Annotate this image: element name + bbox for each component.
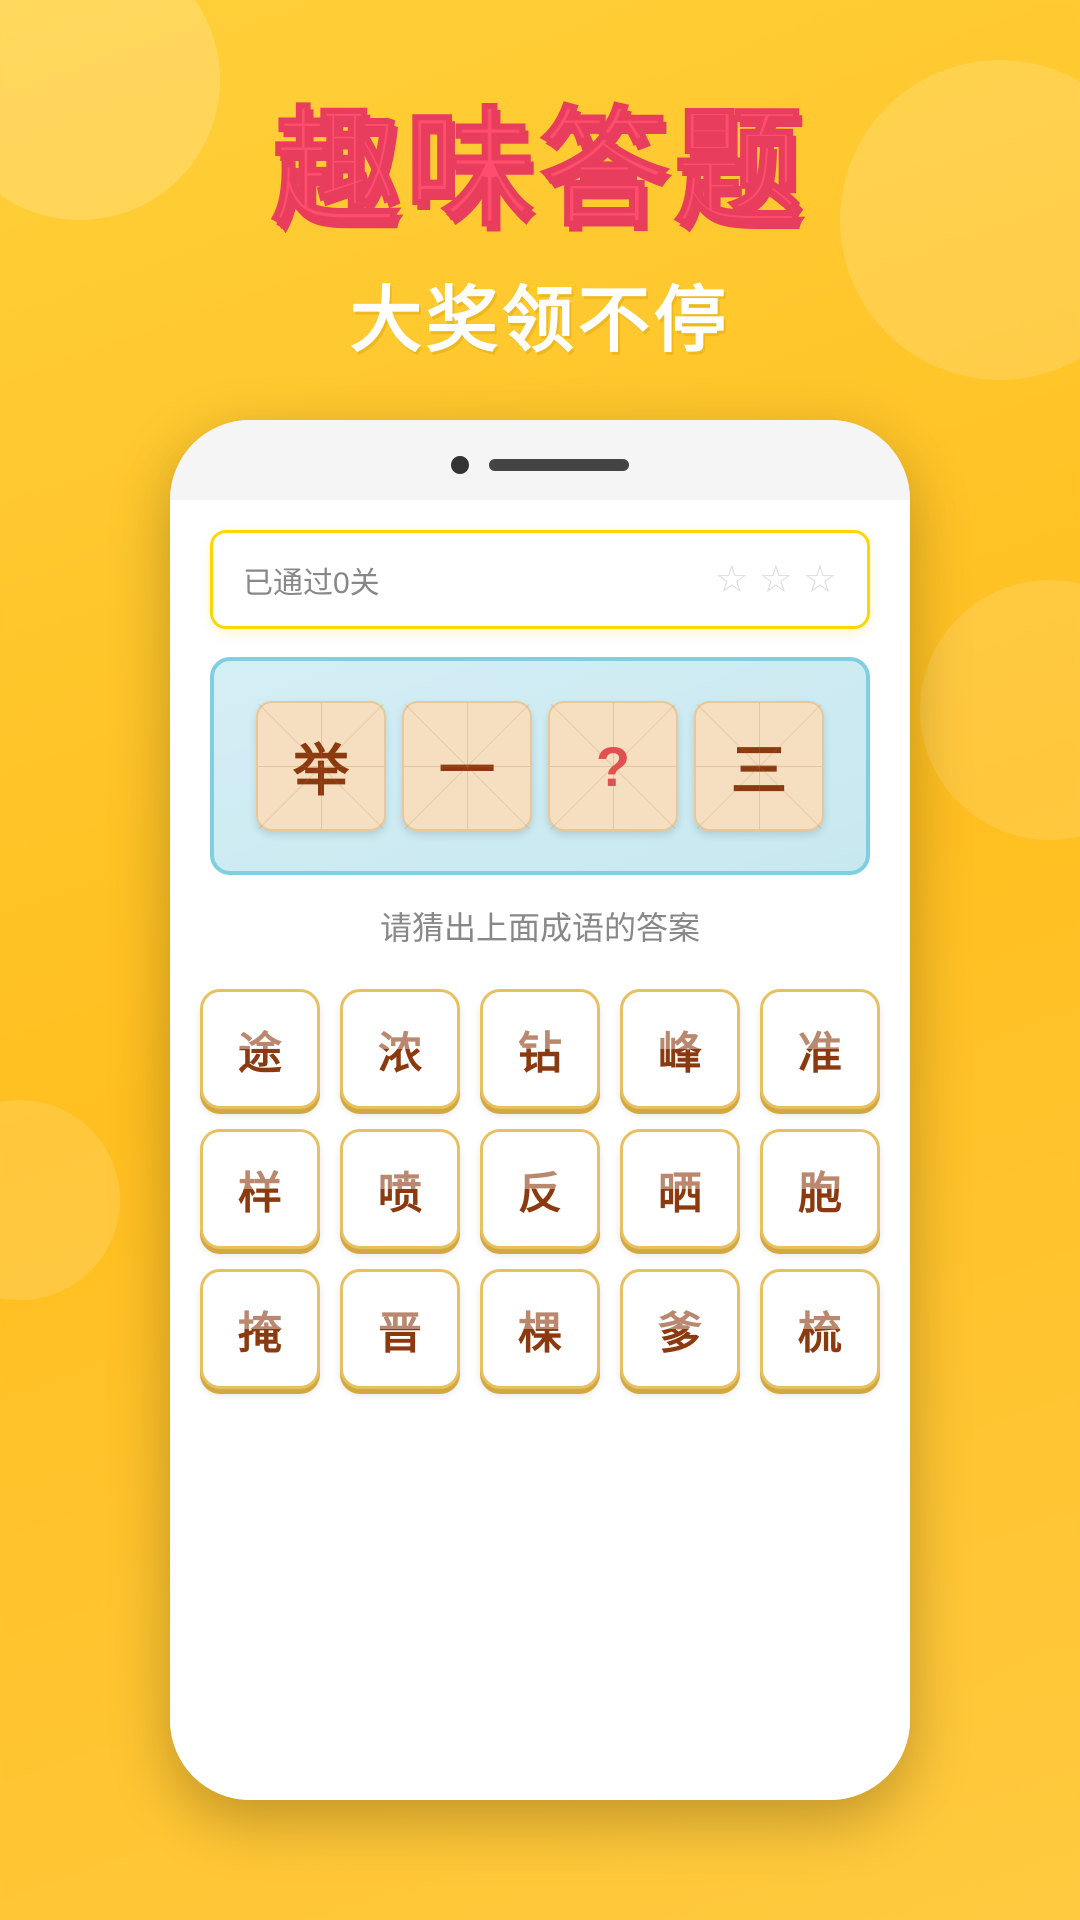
- tile-3-question: ?: [548, 701, 678, 831]
- progress-bar: 已通过0关 ☆ ☆ ☆: [210, 530, 870, 629]
- answer-btn-样[interactable]: 样: [200, 1129, 320, 1249]
- tile-x-line2-4: [696, 704, 821, 829]
- phone-speaker: [489, 459, 629, 471]
- answer-btn-胞[interactable]: 胞: [760, 1129, 880, 1249]
- star-1: ☆: [715, 557, 749, 602]
- star-3: ☆: [803, 557, 837, 602]
- stars-container: ☆ ☆ ☆: [715, 557, 837, 602]
- answer-btn-反[interactable]: 反: [480, 1129, 600, 1249]
- answer-btn-掩[interactable]: 掩: [200, 1269, 320, 1389]
- deco-circle-bottom-left: [0, 1100, 120, 1300]
- phone-mockup: 已通过0关 ☆ ☆ ☆ 举 一 ?: [170, 420, 910, 1800]
- phone-notch: [170, 420, 910, 500]
- answer-btn-钻[interactable]: 钻: [480, 989, 600, 1109]
- answer-btn-梳[interactable]: 梳: [760, 1269, 880, 1389]
- deco-circle-bottom-right: [920, 580, 1080, 840]
- answer-btn-喷[interactable]: 喷: [340, 1129, 460, 1249]
- tile-x-line2-2: [404, 704, 529, 829]
- answer-btn-爹[interactable]: 爹: [620, 1269, 740, 1389]
- progress-text: 已通过0关: [243, 558, 380, 602]
- answer-btn-峰[interactable]: 峰: [620, 989, 740, 1109]
- header-area: 趣味答题 大奖领不停: [0, 0, 1080, 366]
- answer-btn-准[interactable]: 准: [760, 989, 880, 1109]
- answer-row-1: 途 浓 钻 峰 准: [200, 989, 880, 1109]
- tile-1: 举: [256, 701, 386, 831]
- answer-btn-浓[interactable]: 浓: [340, 989, 460, 1109]
- tile-x-line1-3: [550, 704, 675, 829]
- answer-btn-途[interactable]: 途: [200, 989, 320, 1109]
- answer-row-3: 掩 晋 棵 爹 梳: [200, 1269, 880, 1389]
- tile-x-line1-2: [404, 704, 529, 829]
- tile-x-line2-3: [550, 704, 675, 829]
- phone-camera: [451, 456, 469, 474]
- instruction-text: 请猜出上面成语的答案: [210, 903, 870, 949]
- star-2: ☆: [759, 557, 793, 602]
- phone-screen: 已通过0关 ☆ ☆ ☆ 举 一 ?: [170, 500, 910, 1800]
- tile-2: 一: [402, 701, 532, 831]
- app-subtitle: 大奖领不停: [0, 261, 1080, 366]
- app-title: 趣味答题: [0, 100, 1080, 241]
- puzzle-area: 举 一 ? 三: [210, 657, 870, 875]
- answer-grid: 途 浓 钻 峰 准 样 喷 反 晒 胞 掩 晋 棵 爹 梳: [210, 989, 870, 1389]
- answer-btn-棵[interactable]: 棵: [480, 1269, 600, 1389]
- tile-x-line2: [258, 704, 383, 829]
- tile-x-line1: [258, 704, 383, 829]
- answer-btn-晒[interactable]: 晒: [620, 1129, 740, 1249]
- answer-row-2: 样 喷 反 晒 胞: [200, 1129, 880, 1249]
- answer-btn-晋[interactable]: 晋: [340, 1269, 460, 1389]
- tile-x-line1-4: [696, 704, 821, 829]
- tile-4: 三: [694, 701, 824, 831]
